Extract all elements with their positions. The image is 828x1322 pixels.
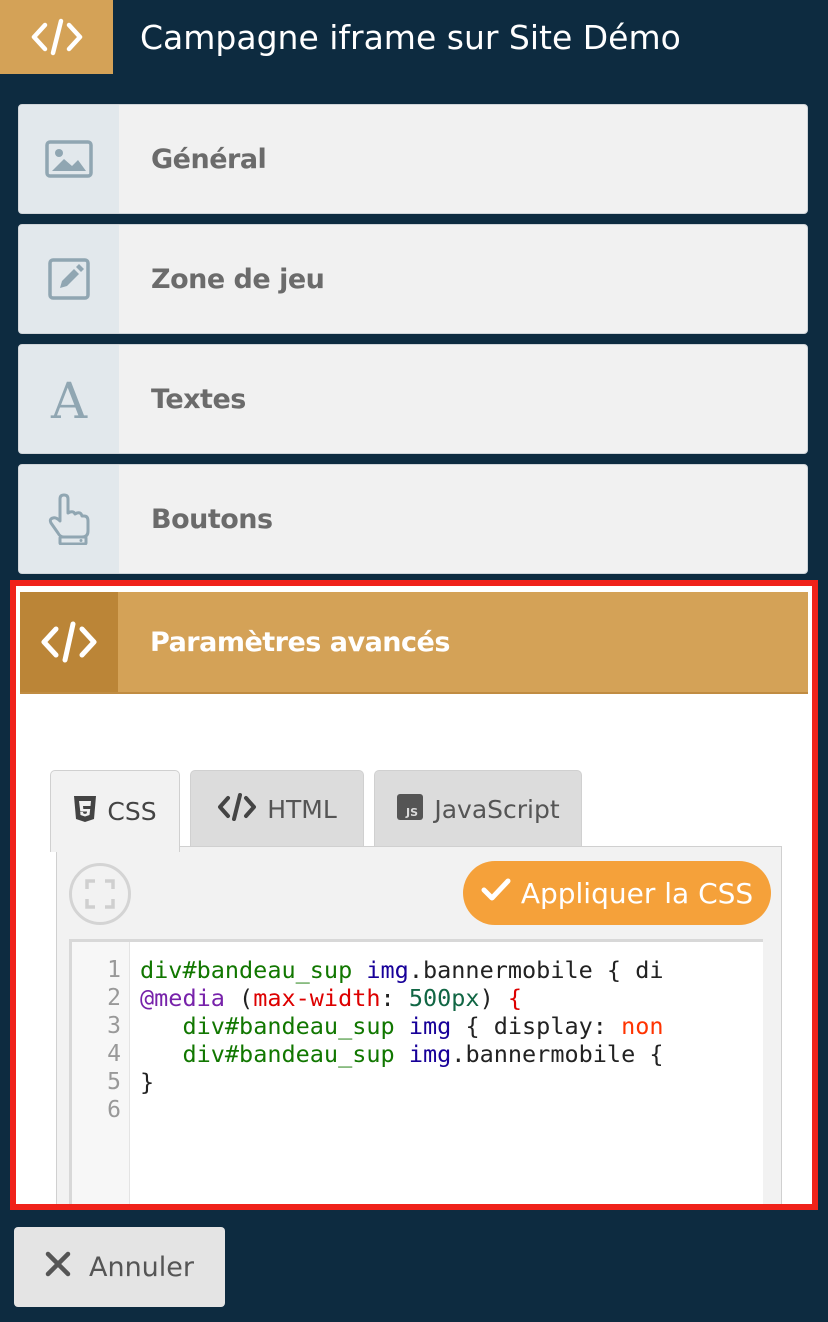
code-token: { [507,984,523,1012]
code-token: .bannermobile { di [408,956,664,984]
section-general[interactable]: Général [18,104,808,214]
code-token: img [408,1012,452,1040]
code-token: max-width [253,984,381,1012]
code-token: img [366,956,409,984]
code-token: : [380,984,409,1012]
code-line: } [140,1068,154,1096]
code-token: ( [224,984,254,1012]
section-label: Paramètres avancés [150,626,450,658]
code-icon [20,592,118,692]
line-number: 1 [107,957,121,983]
cancel-button[interactable]: Annuler [14,1227,225,1307]
code-token: non [621,1012,664,1040]
code-token: div#bandeau_sup [182,1040,395,1068]
cancel-label: Annuler [88,1251,195,1283]
check-icon [481,877,511,910]
section-textes[interactable]: A Textes [18,344,808,454]
tab-css[interactable]: CSS [50,770,180,852]
line-number: 5 [107,1069,121,1095]
section-parametres-avances[interactable]: Paramètres avancés [20,592,808,694]
edit-icon [19,225,119,333]
section-boutons[interactable]: Boutons [18,464,808,574]
code-token: div#bandeau_sup [182,1012,395,1040]
section-label: Textes [151,383,246,415]
tab-label: JavaScript [434,795,560,824]
line-number-gutter: 1 2 3 4 5 6 [72,942,130,1204]
code-line: div#bandeau_sup img.bannermobile { [140,1040,664,1068]
tab-label: CSS [107,797,157,826]
fullscreen-button[interactable] [69,863,131,925]
section-label: Boutons [151,503,273,535]
code-icon [0,0,113,74]
css-editor-panel: Appliquer la CSS 1 2 3 4 5 6 div#bandeau… [56,846,782,1204]
apply-css-label: Appliquer la CSS [520,876,754,910]
page-title: Campagne iframe sur Site Démo [140,18,681,57]
app-header: Campagne iframe sur Site Démo [0,0,828,74]
code-icon [217,792,257,828]
js-icon: JS [396,793,424,827]
code-line: div#bandeau_sup img { display: non [140,1012,664,1040]
pointer-hand-icon [19,465,119,573]
code-token: ) [479,984,508,1012]
code-line: div#bandeau_sup img.bannermobile { di [140,956,664,984]
section-label: Zone de jeu [151,263,325,295]
line-number: 4 [107,1041,121,1067]
code-token: @media [140,984,225,1012]
line-number: 2 [107,985,121,1011]
image-icon [19,105,119,213]
line-number: 6 [107,1097,121,1123]
line-number: 3 [107,1013,121,1039]
svg-text:A: A [50,374,88,424]
code-token: 500px [408,984,480,1012]
font-icon: A [19,345,119,453]
css3-icon [73,795,97,829]
tab-label: HTML [267,795,337,824]
section-label: Général [151,143,267,175]
code-token: } [140,1068,155,1096]
section-zone-de-jeu[interactable]: Zone de jeu [18,224,808,334]
code-line: @media (max-width: 500px) { [140,984,522,1012]
code-token: img [408,1040,452,1068]
tab-javascript[interactable]: JS JavaScript [374,770,582,848]
expand-icon [85,879,115,909]
code-token: .bannermobile { [451,1040,664,1068]
svg-text:JS: JS [405,806,418,819]
close-icon [45,1251,71,1284]
code-editor[interactable]: 1 2 3 4 5 6 div#bandeau_sup img.bannermo… [69,939,763,1204]
code-token: { display: [451,1012,622,1040]
apply-css-button[interactable]: Appliquer la CSS [463,861,771,925]
tab-html[interactable]: HTML [190,770,364,848]
code-token: div#bandeau_sup [140,956,353,984]
advanced-section-highlight: Paramètres avancés CSS HTML JS JavaScrip… [10,580,818,1210]
